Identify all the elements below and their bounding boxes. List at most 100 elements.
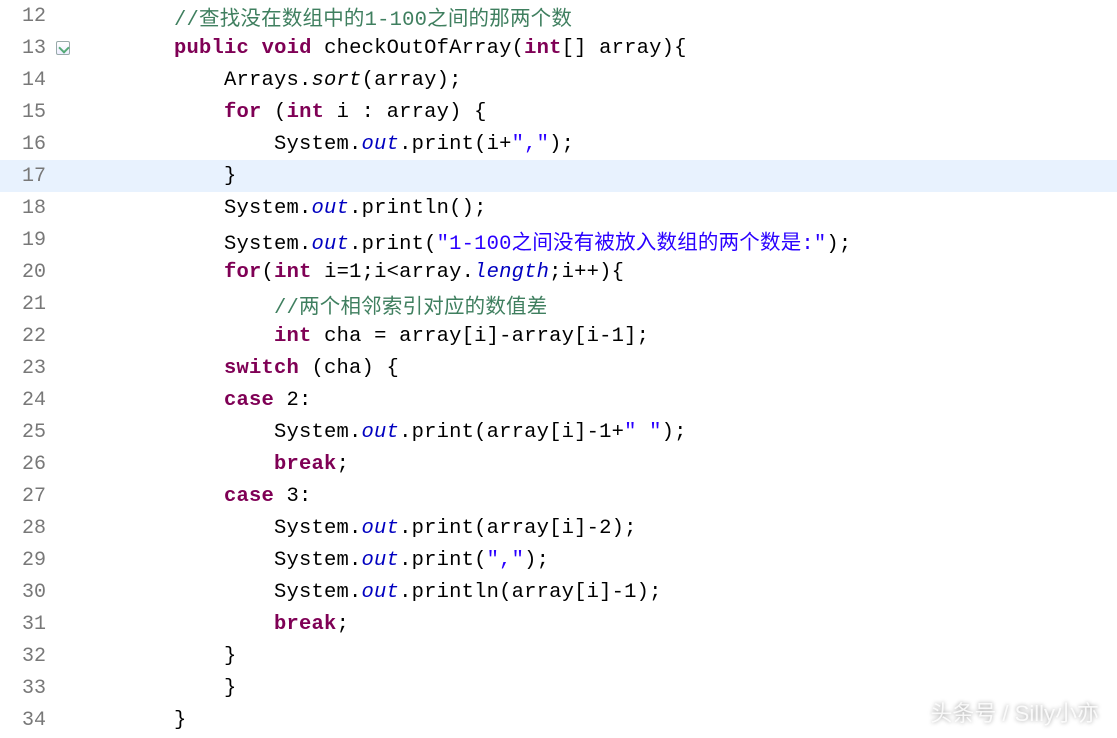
token-plain	[74, 37, 174, 60]
token-plain: System.	[74, 233, 312, 256]
token-plain: System.	[74, 197, 312, 220]
token-plain	[74, 261, 224, 284]
code-line[interactable]: 26 break;	[0, 448, 1117, 480]
code-content[interactable]: System.out.print(array[i]-1+" ");	[74, 421, 1117, 444]
line-number: 21	[0, 293, 52, 316]
code-line[interactable]: 34 }	[0, 704, 1117, 736]
token-plain: System.	[74, 549, 362, 572]
code-content[interactable]: break;	[74, 453, 1117, 476]
code-content[interactable]: public void checkOutOfArray(int[] array)…	[74, 37, 1117, 60]
token-plain: .print(	[399, 549, 487, 572]
token-plain	[74, 9, 174, 32]
code-content[interactable]: break;	[74, 613, 1117, 636]
code-content[interactable]: }	[74, 165, 1117, 188]
token-plain: cha = array[i]-array[i-1];	[312, 325, 650, 348]
line-number: 19	[0, 229, 52, 252]
code-line[interactable]: 28 System.out.print(array[i]-2);	[0, 512, 1117, 544]
token-plain: checkOutOfArray(	[312, 37, 525, 60]
code-line[interactable]: 21 //两个相邻索引对应的数值差	[0, 288, 1117, 320]
token-plain	[74, 325, 274, 348]
code-content[interactable]: for(int i=1;i<array.length;i++){	[74, 261, 1117, 284]
code-line[interactable]: 23 switch (cha) {	[0, 352, 1117, 384]
code-line[interactable]: 15 for (int i : array) {	[0, 96, 1117, 128]
code-line[interactable]: 27 case 3:	[0, 480, 1117, 512]
code-content[interactable]: int cha = array[i]-array[i-1];	[74, 325, 1117, 348]
code-editor[interactable]: 12 //查找没在数组中的1-100之间的那两个数13 public void …	[0, 0, 1117, 736]
line-number: 15	[0, 101, 52, 124]
line-number: 12	[0, 5, 52, 28]
code-line[interactable]: 25 System.out.print(array[i]-1+" ");	[0, 416, 1117, 448]
token-str: ","	[487, 549, 525, 572]
line-number: 33	[0, 677, 52, 700]
line-number: 18	[0, 197, 52, 220]
code-line[interactable]: 17 }	[0, 160, 1117, 192]
code-line[interactable]: 13 public void checkOutOfArray(int[] arr…	[0, 32, 1117, 64]
code-line[interactable]: 14 Arrays.sort(array);	[0, 64, 1117, 96]
override-icon	[56, 41, 70, 55]
code-line[interactable]: 19 System.out.print("1-100之间没有被放入数组的两个数是…	[0, 224, 1117, 256]
code-line[interactable]: 22 int cha = array[i]-array[i-1];	[0, 320, 1117, 352]
token-kw: for	[224, 101, 262, 124]
code-line[interactable]: 33 }	[0, 672, 1117, 704]
code-content[interactable]: System.out.print(",");	[74, 549, 1117, 572]
token-plain: .println();	[349, 197, 487, 220]
token-kw: public	[174, 37, 249, 60]
code-line[interactable]: 24 case 2:	[0, 384, 1117, 416]
token-plain	[74, 453, 274, 476]
code-content[interactable]: }	[74, 709, 1117, 732]
code-content[interactable]: //两个相邻索引对应的数值差	[74, 289, 1117, 320]
code-content[interactable]: switch (cha) {	[74, 357, 1117, 380]
token-plain	[74, 613, 274, 636]
token-plain	[74, 101, 224, 124]
code-content[interactable]: System.out.println();	[74, 197, 1117, 220]
code-content[interactable]: System.out.println(array[i]-1);	[74, 581, 1117, 604]
code-content[interactable]: System.out.print(i+",");	[74, 133, 1117, 156]
token-plain: );	[826, 233, 851, 256]
line-number: 20	[0, 261, 52, 284]
code-content[interactable]: case 2:	[74, 389, 1117, 412]
code-line[interactable]: 16 System.out.print(i+",");	[0, 128, 1117, 160]
code-line[interactable]: 18 System.out.println();	[0, 192, 1117, 224]
line-number: 13	[0, 37, 52, 60]
token-plain: .print(array[i]-1+	[399, 421, 624, 444]
token-str: " "	[624, 421, 662, 444]
token-kw: int	[287, 101, 325, 124]
token-plain: (cha) {	[299, 357, 399, 380]
code-content[interactable]: //查找没在数组中的1-100之间的那两个数	[74, 1, 1117, 32]
token-sm: sort	[312, 69, 362, 92]
code-content[interactable]: case 3:	[74, 485, 1117, 508]
code-line[interactable]: 12 //查找没在数组中的1-100之间的那两个数	[0, 0, 1117, 32]
token-plain: }	[74, 645, 237, 668]
code-content[interactable]: }	[74, 677, 1117, 700]
token-cm: //查找没在数组中的1-100之间的那两个数	[174, 9, 572, 32]
token-sf: out	[362, 421, 400, 444]
token-plain: }	[74, 165, 237, 188]
code-content[interactable]: for (int i : array) {	[74, 101, 1117, 124]
line-number: 30	[0, 581, 52, 604]
line-number: 32	[0, 645, 52, 668]
token-plain: (array);	[362, 69, 462, 92]
code-line[interactable]: 30 System.out.println(array[i]-1);	[0, 576, 1117, 608]
token-plain: (	[262, 101, 287, 124]
line-number: 26	[0, 453, 52, 476]
code-line[interactable]: 32 }	[0, 640, 1117, 672]
gutter-marker	[52, 41, 74, 55]
code-line[interactable]: 29 System.out.print(",");	[0, 544, 1117, 576]
line-number: 23	[0, 357, 52, 380]
token-sf: out	[362, 549, 400, 572]
line-number: 34	[0, 709, 52, 732]
token-plain: 3:	[274, 485, 312, 508]
token-kw: break	[274, 613, 337, 636]
token-plain: System.	[74, 133, 362, 156]
code-content[interactable]: System.out.print("1-100之间没有被放入数组的两个数是:")…	[74, 225, 1117, 256]
code-content[interactable]: }	[74, 645, 1117, 668]
code-line[interactable]: 20 for(int i=1;i<array.length;i++){	[0, 256, 1117, 288]
token-plain: .println(array[i]-1);	[399, 581, 662, 604]
token-plain: .print(	[349, 233, 437, 256]
token-plain: );	[524, 549, 549, 572]
token-kw: case	[224, 485, 274, 508]
code-content[interactable]: System.out.print(array[i]-2);	[74, 517, 1117, 540]
code-content[interactable]: Arrays.sort(array);	[74, 69, 1117, 92]
token-kw: switch	[224, 357, 299, 380]
code-line[interactable]: 31 break;	[0, 608, 1117, 640]
